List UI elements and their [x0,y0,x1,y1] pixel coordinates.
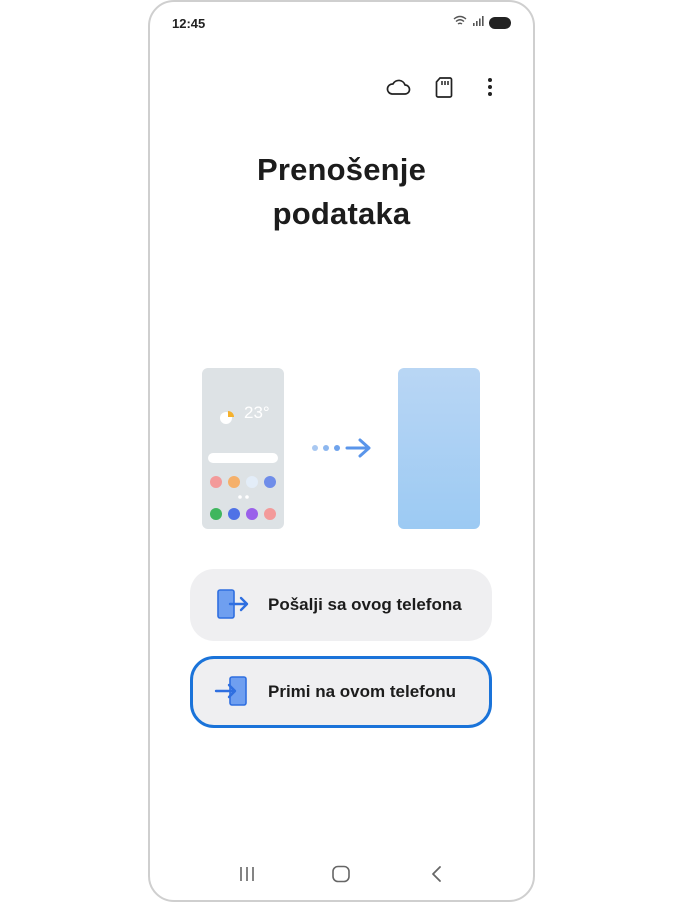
page-title-line1: Prenošenje [256,152,427,187]
weather-temp: 23° [244,403,270,422]
transfer-illustration: 23° [202,368,482,535]
send-phone-icon [212,585,252,625]
status-icons [453,14,511,32]
recent-apps-icon[interactable] [232,859,262,889]
send-from-this-phone-button[interactable]: Pošalji sa ovog telefona [190,569,492,641]
phone-frame: 12:45 Prenošenje podataka 23° Pošalji sa… [148,0,535,902]
receive-phone-icon [212,672,252,712]
sd-card-icon[interactable] [431,74,457,100]
signal-icon [472,14,484,32]
navigation-bar [150,858,533,890]
battery-icon [489,17,511,29]
status-time: 12:45 [172,16,206,31]
more-options-icon[interactable] [477,74,503,100]
new-phone-illustration [398,368,480,529]
home-icon[interactable] [326,859,356,889]
cloud-icon[interactable] [385,74,411,100]
receive-button-label: Primi na ovom telefonu [268,682,456,701]
page-title-line2: podataka [272,196,411,231]
receive-on-this-phone-button[interactable]: Primi na ovom telefonu [190,656,492,728]
back-icon[interactable] [421,859,451,889]
top-toolbar [385,74,503,100]
wifi-icon [453,14,467,32]
page-title: Prenošenje podataka [150,148,533,236]
send-button-label: Pošalji sa ovog telefona [268,595,462,614]
old-phone-illustration [202,368,284,529]
transfer-arrow-icon [312,438,371,458]
